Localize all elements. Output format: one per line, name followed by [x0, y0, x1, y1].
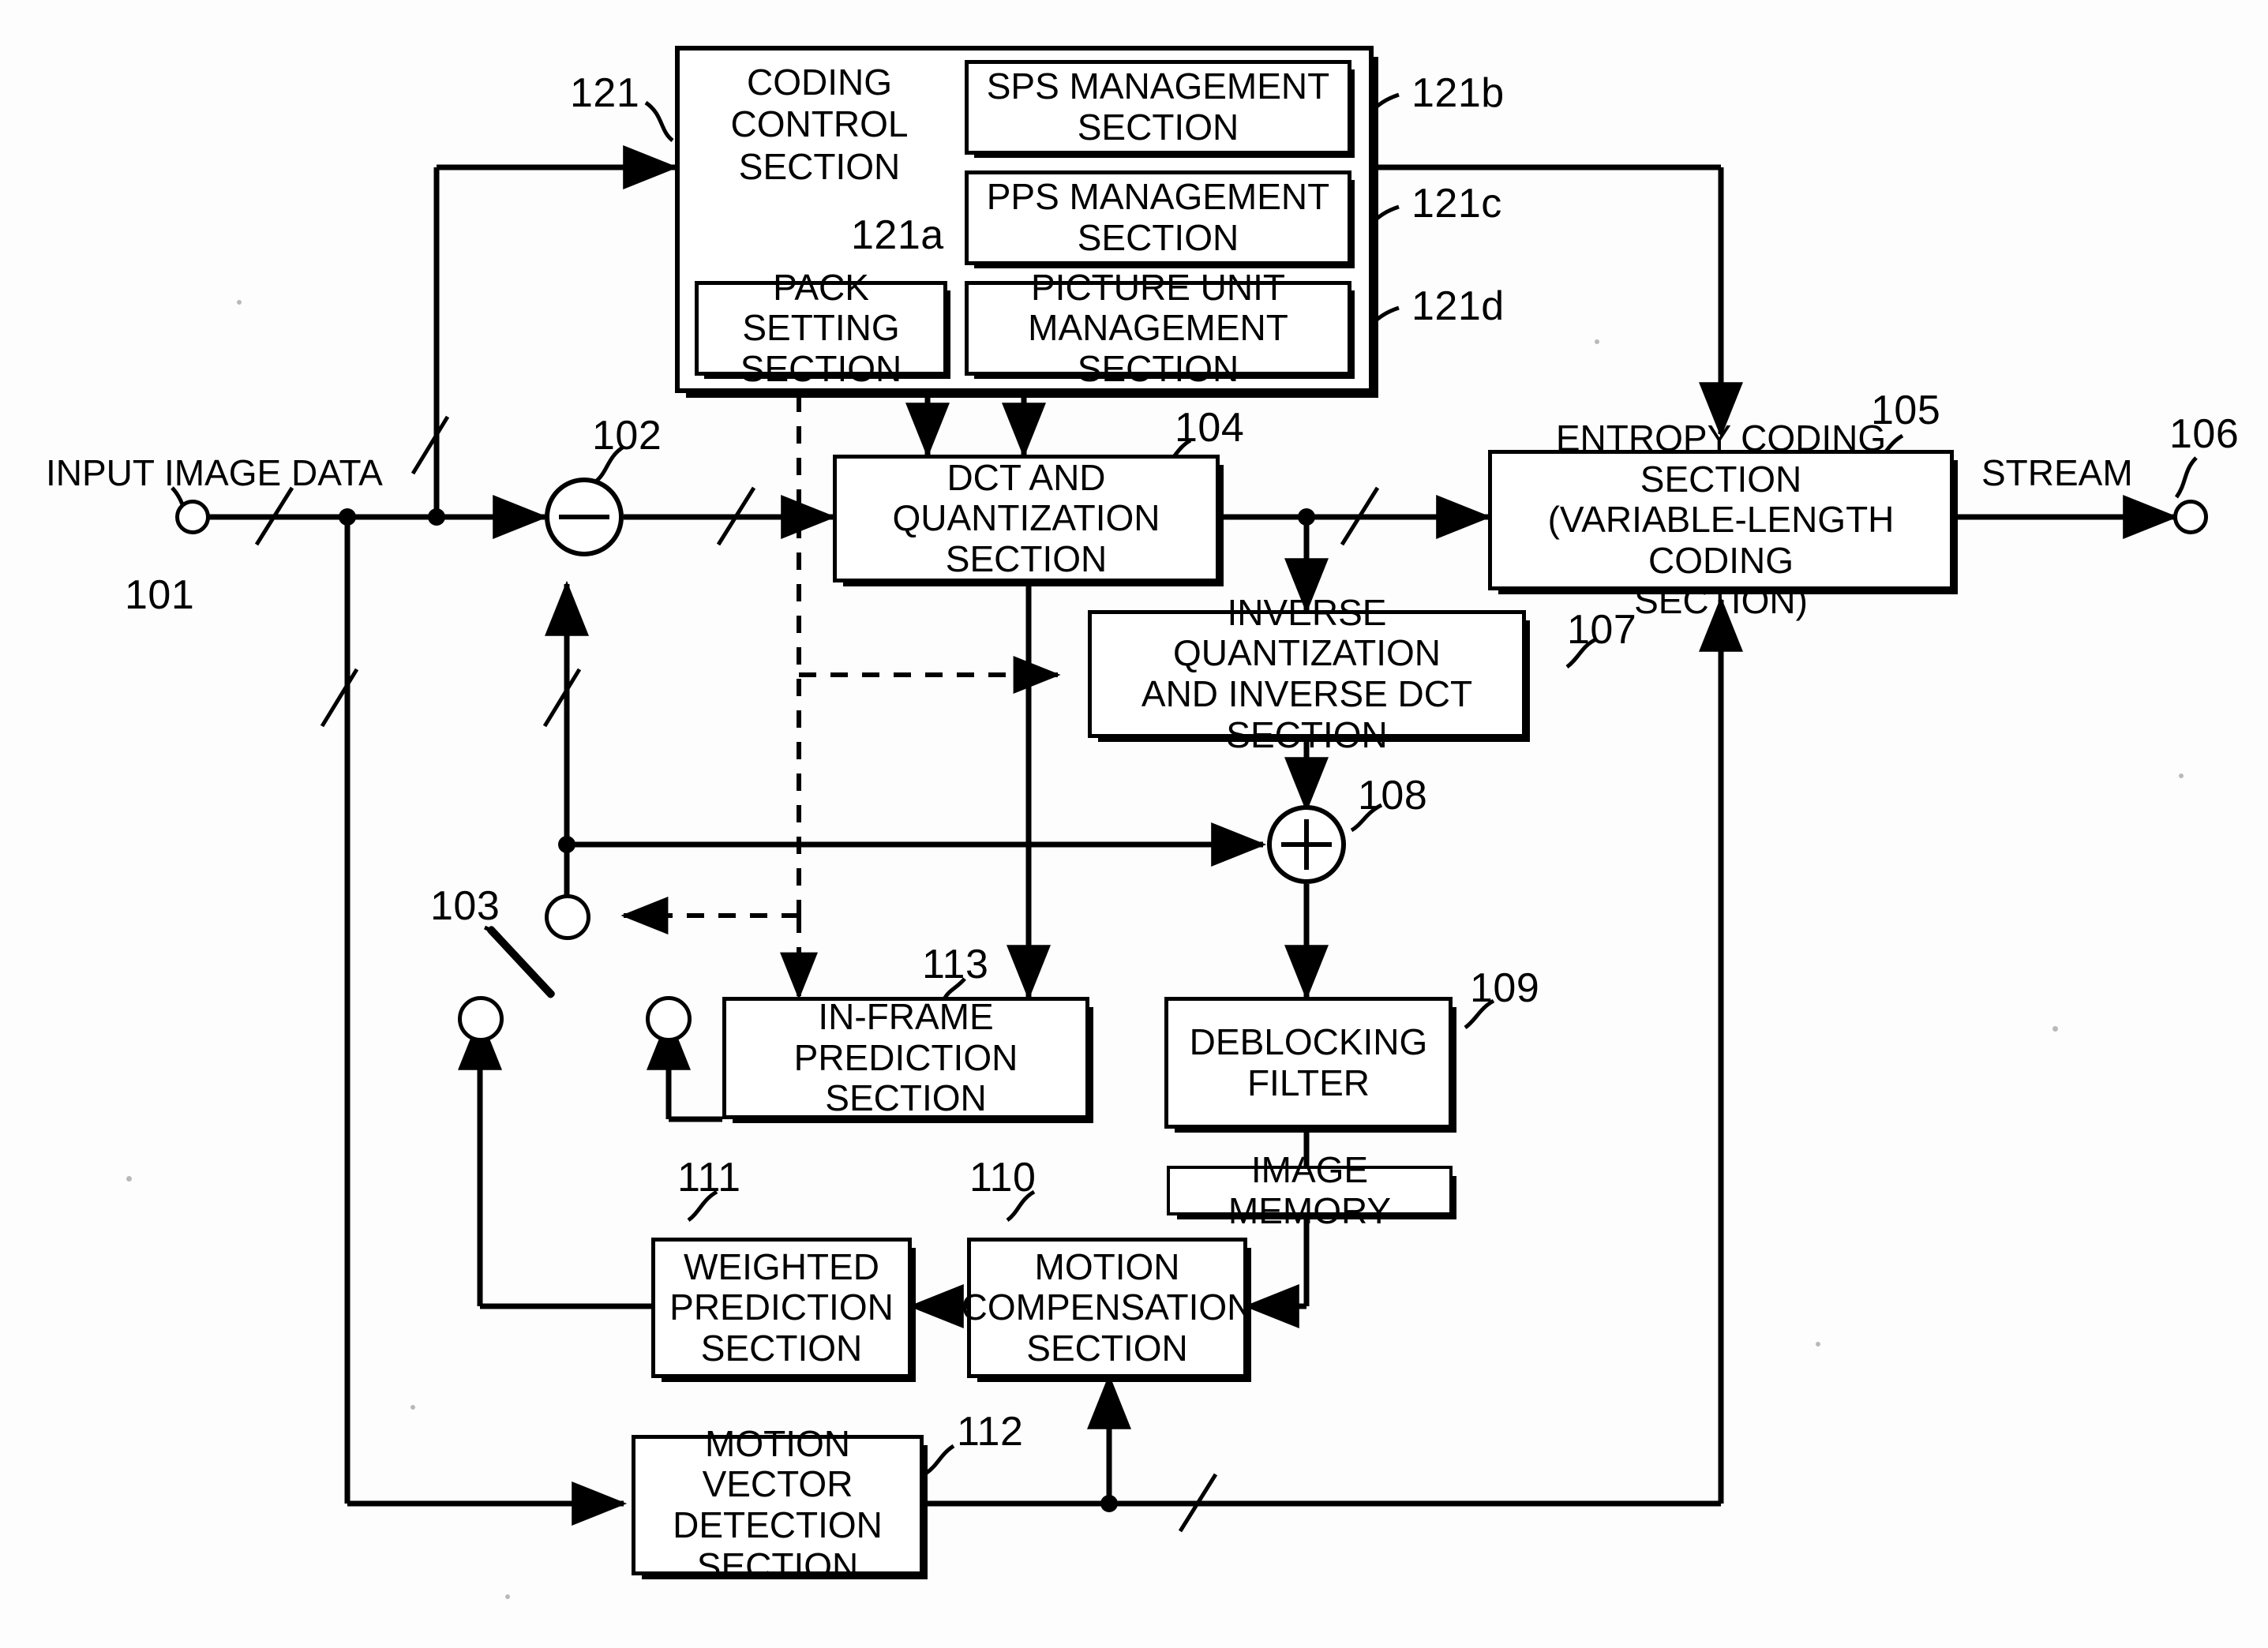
subtractor-node[interactable]: [545, 478, 624, 556]
ref-111: 111: [677, 1155, 741, 1200]
motion-compensation-section[interactable]: MOTION COMPENSATION SECTION: [962, 1238, 1253, 1378]
ref-109: 109: [1470, 965, 1540, 1011]
ref-112: 112: [957, 1409, 1024, 1455]
ref-104: 104: [1175, 405, 1245, 451]
ref-121b: 121b: [1411, 70, 1505, 116]
switch-pole-node[interactable]: [545, 894, 590, 940]
plus-icon-vertical: [1304, 819, 1309, 870]
ref-121: 121: [570, 70, 640, 116]
pack-setting-section[interactable]: PACK SETTING SECTION: [695, 267, 947, 389]
ref-102: 102: [592, 413, 662, 459]
in-frame-prediction-section[interactable]: IN-FRAME PREDICTION SECTION: [722, 996, 1089, 1119]
weighted-prediction-section[interactable]: WEIGHTED PREDICTION SECTION: [651, 1238, 912, 1378]
ref-121a: 121a: [851, 212, 944, 258]
stream-label: STREAM: [1981, 452, 2133, 493]
dct-and-quantization-section[interactable]: DCT AND QUANTIZATION SECTION: [833, 455, 1220, 582]
deblocking-filter[interactable]: DEBLOCKING FILTER: [1164, 997, 1453, 1129]
scan-speck: [2052, 1026, 2058, 1032]
ref-107: 107: [1567, 607, 1637, 653]
coding-control-section-label: CODING CONTROL SECTION: [730, 62, 909, 187]
inverse-quantization-and-inverse-dct-section[interactable]: INVERSE QUANTIZATION AND INVERSE DCT SEC…: [1088, 592, 1526, 755]
ref-113: 113: [922, 942, 989, 987]
sps-management-section[interactable]: SPS MANAGEMENT SECTION: [965, 60, 1351, 155]
motion-vector-detection-section[interactable]: MOTION VECTOR DETECTION SECTION: [632, 1423, 924, 1586]
ref-105: 105: [1871, 388, 1941, 433]
scan-speck: [1816, 1342, 1820, 1346]
ref-108: 108: [1358, 773, 1428, 818]
output-terminal[interactable]: [2173, 500, 2208, 534]
minus-icon: [559, 515, 609, 519]
ref-121c: 121c: [1411, 181, 1502, 227]
figure-canvas: CODING CONTROL SECTION SPS MANAGEMENT SE…: [0, 0, 2268, 1648]
adder-node[interactable]: [1267, 805, 1346, 884]
entropy-coding-section[interactable]: ENTROPY CODING SECTION (VARIABLE-LENGTH …: [1488, 418, 1954, 621]
scan-speck: [126, 1176, 132, 1182]
input-image-data-label: INPUT IMAGE DATA: [46, 452, 383, 493]
scan-speck: [2179, 773, 2184, 778]
image-memory[interactable]: IMAGE MEMORY: [1167, 1149, 1453, 1230]
ref-110: 110: [969, 1155, 1037, 1200]
picture-unit-management-section[interactable]: PICTURE UNIT MANAGEMENT SECTION: [965, 267, 1351, 389]
scan-speck: [1595, 339, 1599, 344]
switch-contact-inter[interactable]: [646, 996, 692, 1042]
ref-101: 101: [125, 572, 195, 618]
switch-contact-intra[interactable]: [458, 996, 504, 1042]
scan-speck: [410, 1405, 415, 1410]
scan-speck: [505, 1594, 510, 1599]
ref-103: 103: [430, 883, 500, 929]
ref-121d: 121d: [1411, 283, 1505, 329]
input-terminal[interactable]: [175, 500, 210, 534]
ref-106: 106: [2169, 411, 2240, 457]
pps-management-section[interactable]: PPS MANAGEMENT SECTION: [965, 170, 1351, 265]
scan-speck: [237, 300, 242, 305]
